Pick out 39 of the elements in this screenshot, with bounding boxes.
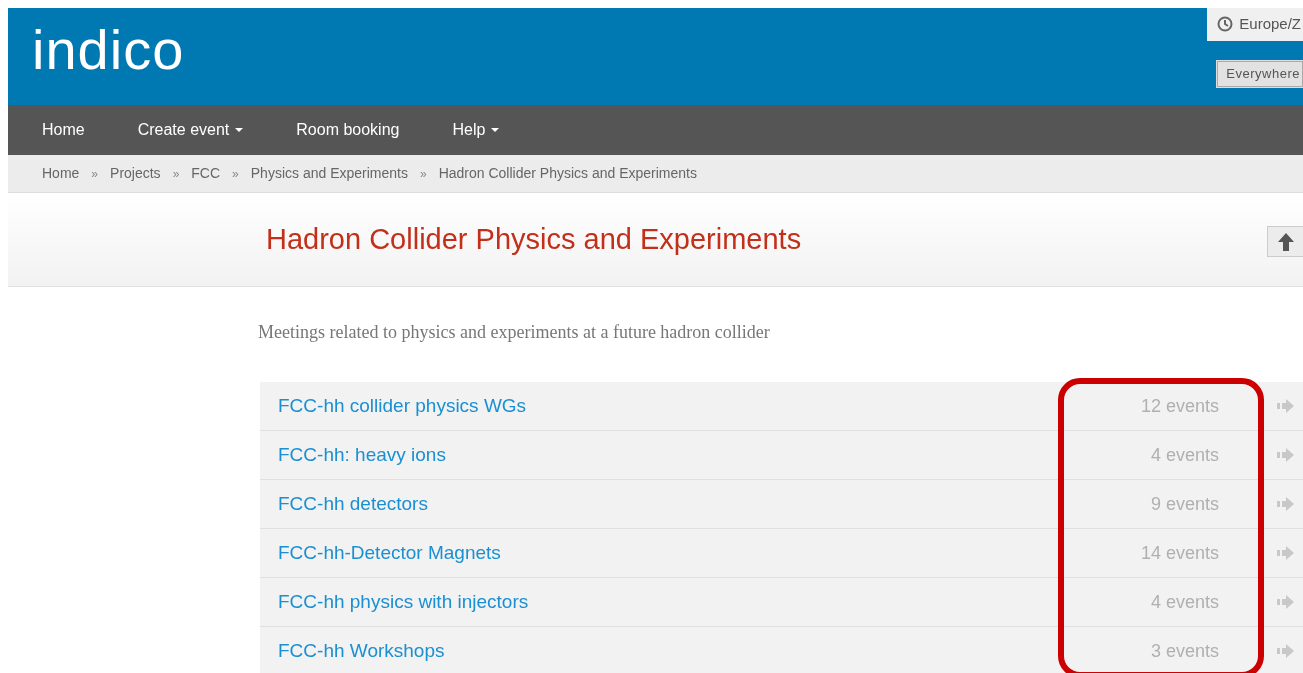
event-count: 4 events — [1149, 590, 1219, 614]
breadcrumb-link[interactable]: Home — [34, 163, 88, 184]
breadcrumb-link[interactable]: FCC — [183, 163, 229, 184]
subcategory-row[interactable]: FCC-hh-Detector Magnets 14 events — [260, 529, 1303, 578]
subcategory-link[interactable]: FCC-hh physics with injectors — [278, 587, 529, 617]
subcategory-link[interactable]: FCC-hh collider physics WGs — [278, 391, 527, 421]
event-count: 12 events — [1139, 394, 1219, 418]
nav-link[interactable]: Create event — [129, 118, 252, 142]
breadcrumb-separator: » — [90, 165, 100, 183]
logo[interactable]: indico — [8, 8, 185, 78]
up-button[interactable] — [1267, 226, 1303, 257]
subcategory-link[interactable]: FCC-hh-Detector Magnets — [278, 538, 501, 568]
nav-link[interactable]: Home — [34, 118, 93, 142]
subcategory-row[interactable]: FCC-hh physics with injectors 4 events — [260, 578, 1303, 627]
category-description: Meetings related to physics and experiments at a future hadron collider — [258, 321, 771, 344]
up-arrow-icon — [1277, 231, 1295, 252]
breadcrumb-separator: » — [231, 165, 240, 183]
event-count: 9 events — [1149, 492, 1219, 516]
subcategory-row[interactable]: FCC-hh Workshops 3 events — [260, 627, 1303, 673]
breadcrumb-separator: » — [418, 165, 428, 183]
subcategory-row[interactable]: FCC-hh: heavy ions 4 events — [260, 431, 1303, 480]
event-count: 4 events — [1149, 443, 1219, 467]
nav-link[interactable]: Room booking — [288, 118, 408, 142]
timezone-button[interactable]: Europe/Z — [1207, 8, 1303, 41]
breadcrumb-separator: » — [171, 165, 181, 183]
event-count: 3 events — [1149, 639, 1219, 663]
breadcrumb-link[interactable]: Physics and Experiments — [242, 163, 416, 184]
breadcrumb-current: Hadron Collider Physics and Experiments — [437, 164, 698, 183]
nav-link[interactable]: Help — [444, 118, 508, 142]
subcategory-link[interactable]: FCC-hh: heavy ions — [278, 440, 446, 470]
subcategory-link[interactable]: FCC-hh detectors — [278, 489, 428, 519]
page-title: Hadron Collider Physics and Experiments — [266, 222, 802, 257]
clock-icon — [1217, 16, 1234, 33]
search-scope-dropdown[interactable]: Everywhere — [1217, 61, 1303, 87]
subcategory-row[interactable]: FCC-hh detectors 9 events — [260, 480, 1303, 529]
breadcrumb-link[interactable]: Projects — [102, 163, 169, 184]
subcategory-row[interactable]: FCC-hh collider physics WGs 12 events — [260, 382, 1303, 431]
subcategory-link[interactable]: FCC-hh Workshops — [278, 636, 445, 666]
event-count: 14 events — [1139, 541, 1219, 565]
